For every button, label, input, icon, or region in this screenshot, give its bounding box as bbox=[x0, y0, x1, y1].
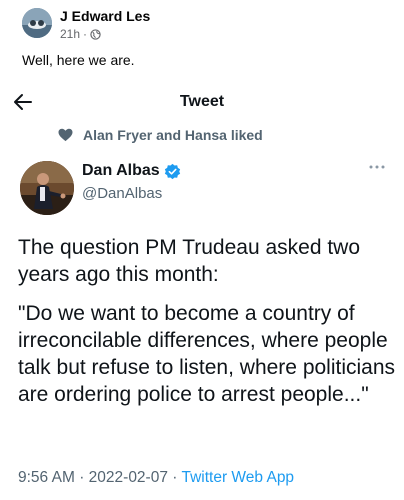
social-context: Alan Fryer and Hansa liked bbox=[58, 127, 263, 143]
author-avatar[interactable] bbox=[22, 8, 52, 38]
ellipsis-icon[interactable] bbox=[368, 164, 386, 170]
tweet-date[interactable]: 2022-02-07 bbox=[89, 469, 168, 486]
timestamp-separator: · bbox=[172, 469, 178, 486]
liked-by-text[interactable]: Alan Fryer and Hansa liked bbox=[83, 127, 263, 143]
tweet-text-paragraph-2: "Do we want to become a country of irrec… bbox=[18, 302, 396, 406]
tweet-source-link[interactable]: Twitter Web App bbox=[181, 469, 294, 486]
tweet-top-bar: Tweet bbox=[0, 82, 404, 122]
display-name-text[interactable]: Dan Albas bbox=[82, 162, 160, 180]
tweet-author-name: Dan Albas bbox=[82, 162, 181, 180]
heart-icon bbox=[58, 128, 73, 142]
author-name[interactable]: J Edward Les bbox=[60, 8, 150, 24]
meta-separator: · bbox=[83, 27, 88, 41]
verified-badge-icon bbox=[164, 163, 180, 179]
timestamp-separator: · bbox=[79, 469, 85, 486]
tweet-timestamp-row: 9:56 AM · 2022-02-07 · Twitter Web App bbox=[18, 469, 294, 487]
globe-icon bbox=[90, 28, 101, 40]
page-title: Tweet bbox=[179, 93, 225, 110]
post-text: Well, here we are. bbox=[22, 52, 135, 68]
facebook-post-header: J Edward Les 21h · Well, here we are. bbox=[0, 0, 404, 82]
post-meta: 21h · bbox=[60, 27, 101, 41]
tweet-screenshot: Tweet Alan Fryer and Hansa liked Dan Alb… bbox=[0, 82, 404, 500]
tweet-time[interactable]: 9:56 AM bbox=[18, 469, 75, 486]
screenshot-page: J Edward Les 21h · Well, here we are. Tw… bbox=[0, 0, 404, 500]
tweet-text-paragraph-1: The question PM Trudeau asked two years … bbox=[18, 236, 361, 286]
tweet-author-avatar[interactable] bbox=[20, 161, 74, 215]
tweet-author-handle[interactable]: @DanAlbas bbox=[82, 185, 162, 202]
post-time[interactable]: 21h bbox=[60, 27, 80, 41]
